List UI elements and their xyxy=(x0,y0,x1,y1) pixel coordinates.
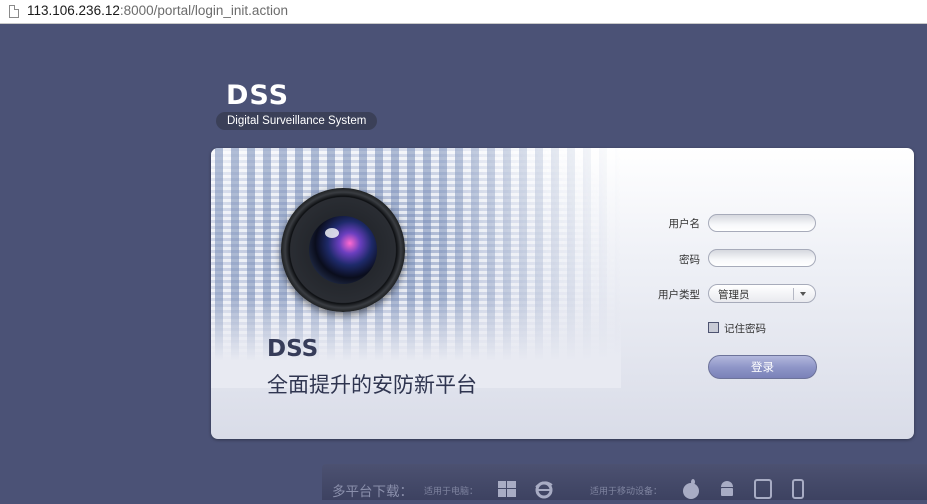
user-type-select[interactable]: 管理员 xyxy=(708,284,816,303)
login-panel: DSS 全面提升的安防新平台 用户名 密码 用户类型 管理员 记住密码 登录 xyxy=(211,148,914,439)
apple-icon[interactable] xyxy=(682,479,700,504)
user-type-label: 用户类型 xyxy=(658,289,700,301)
address-bar[interactable]: 113.106.236.12:8000/portal/login_init.ac… xyxy=(0,0,927,24)
url-path: :8000/portal/login_init.action xyxy=(119,3,288,18)
android-icon[interactable] xyxy=(718,479,736,504)
mobile-label: 适用于移动设备： xyxy=(590,486,663,496)
download-bar: 多平台下载： 适用于电脑： 适用于移动设备： xyxy=(322,464,927,500)
windows-icon[interactable] xyxy=(498,481,516,502)
brand-slogan: 全面提升的安防新平台 xyxy=(267,373,477,397)
password-input[interactable] xyxy=(708,249,816,267)
camera-lens-image xyxy=(281,188,405,312)
remember-password-checkbox[interactable] xyxy=(708,322,719,333)
pc-label: 适用于电脑： xyxy=(424,486,479,496)
url-host: 113.106.236.12 xyxy=(27,3,120,18)
url-text[interactable]: 113.106.236.12:8000/portal/login_init.ac… xyxy=(27,3,288,18)
phone-icon[interactable] xyxy=(792,479,804,504)
username-label: 用户名 xyxy=(668,218,701,230)
remember-password-label: 记住密码 xyxy=(724,323,766,335)
page-icon xyxy=(9,5,19,18)
logo-title: DSS xyxy=(226,80,290,111)
logo-subtitle: Digital Surveillance System xyxy=(216,112,378,130)
brand-title: DSS xyxy=(267,336,319,362)
ie-icon[interactable] xyxy=(534,479,554,504)
tablet-icon[interactable] xyxy=(754,479,772,504)
chevron-down-icon[interactable] xyxy=(800,292,806,296)
user-type-value: 管理员 xyxy=(718,289,750,301)
password-label: 密码 xyxy=(679,254,700,266)
username-input[interactable] xyxy=(708,214,816,232)
download-title: 多平台下载： xyxy=(332,484,413,499)
login-button[interactable]: 登录 xyxy=(708,355,817,379)
